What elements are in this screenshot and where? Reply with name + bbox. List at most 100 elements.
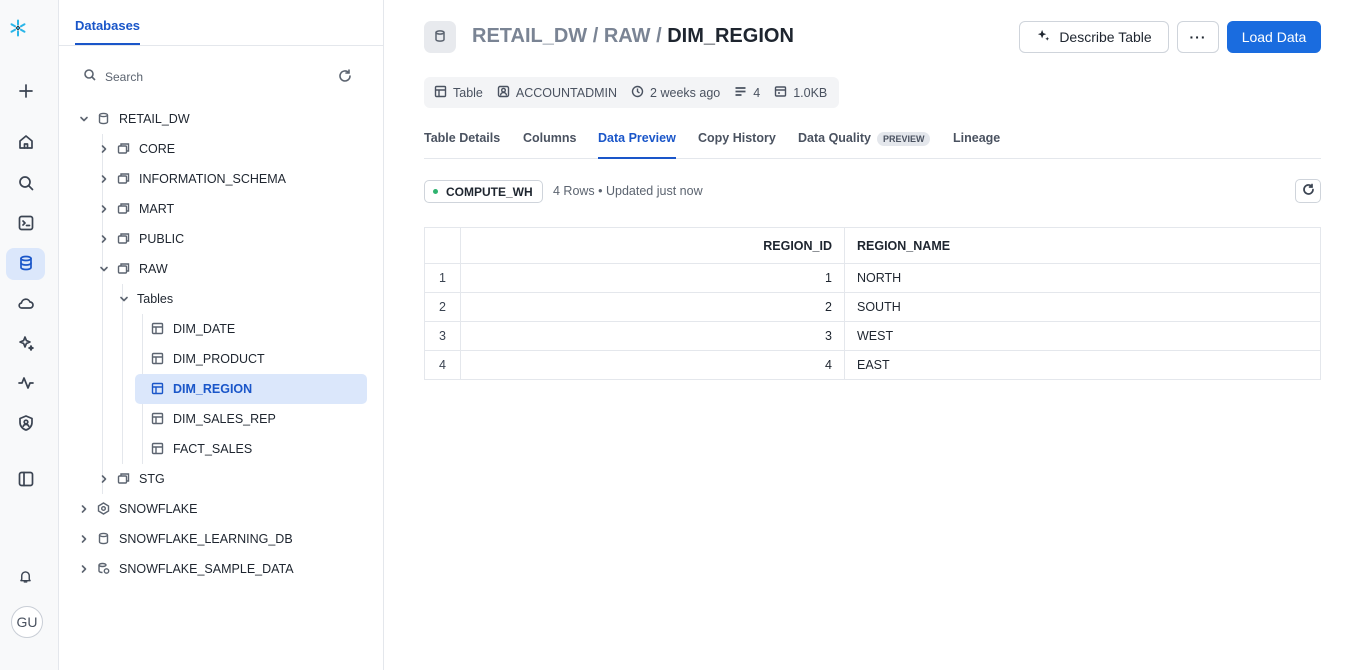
database-icon: [97, 532, 111, 546]
tree-table-dim-sales-rep[interactable]: DIM_SALES_REP: [59, 404, 367, 434]
data-products-button[interactable]: [6, 288, 45, 320]
tab-data-preview[interactable]: Data Preview: [598, 131, 676, 159]
table-icon: [151, 352, 165, 366]
chevron-right-icon[interactable]: [97, 204, 111, 214]
tree-db-snowflake-sample-data[interactable]: SNOWFLAKE_SAMPLE_DATA: [59, 554, 367, 584]
chevron-right-icon[interactable]: [77, 564, 91, 574]
meta-updated-label: 2 weeks ago: [650, 85, 721, 100]
tab-copy-history[interactable]: Copy History: [698, 131, 776, 157]
table-icon: [151, 322, 165, 336]
data-button[interactable]: [6, 248, 45, 280]
monitoring-button[interactable]: [6, 368, 45, 400]
sparkle-icon: [17, 334, 35, 355]
tab-databases[interactable]: Databases: [75, 18, 141, 45]
tab-table-details[interactable]: Table Details: [424, 131, 500, 157]
table-row[interactable]: 3 3 WEST: [424, 321, 1321, 351]
tree-table-dim-date[interactable]: DIM_DATE: [59, 314, 367, 344]
search-button[interactable]: [6, 168, 45, 200]
column-header-region-id[interactable]: REGION_ID: [460, 227, 845, 264]
chevron-right-icon[interactable]: [77, 504, 91, 514]
meta-owner: ACCOUNTADMIN: [497, 85, 617, 101]
notifications-button[interactable]: [6, 562, 45, 594]
tree-table-fact-sales[interactable]: FACT_SALES: [59, 434, 367, 464]
chevron-down-icon[interactable]: [97, 264, 111, 274]
cell-region-name[interactable]: SOUTH: [844, 292, 1321, 322]
refresh-explorer-button[interactable]: [337, 68, 355, 86]
tree-schema-core[interactable]: CORE: [59, 134, 367, 164]
main-content: RETAIL_DW / RAW / DIM_REGION Describe Ta…: [384, 0, 1351, 670]
meta-type: Table: [434, 85, 483, 101]
refresh-icon: [1302, 183, 1315, 199]
meta-size: 1.0KB: [774, 85, 827, 101]
cell-region-id[interactable]: 4: [460, 350, 845, 380]
table-row[interactable]: 1 1 NORTH: [424, 263, 1321, 293]
refresh-preview-button[interactable]: [1295, 179, 1321, 203]
cell-region-id[interactable]: 3: [460, 321, 845, 351]
describe-table-button[interactable]: Describe Table: [1019, 21, 1169, 53]
load-data-button[interactable]: Load Data: [1227, 21, 1321, 53]
panel-icon: [17, 470, 35, 491]
admin-button[interactable]: [6, 408, 45, 440]
cell-region-name[interactable]: EAST: [844, 350, 1321, 380]
chevron-down-icon[interactable]: [77, 114, 91, 124]
more-options-button[interactable]: ···: [1177, 21, 1219, 53]
tree-label: SNOWFLAKE_SAMPLE_DATA: [119, 562, 294, 576]
create-button[interactable]: [6, 76, 45, 108]
tree-schema-public[interactable]: PUBLIC: [59, 224, 367, 254]
tree-db-snowflake-learning-db[interactable]: SNOWFLAKE_LEARNING_DB: [59, 524, 367, 554]
tab-data-quality[interactable]: Data Quality PREVIEW: [798, 131, 931, 158]
tree-schema-raw[interactable]: RAW: [59, 254, 367, 284]
cell-region-name[interactable]: NORTH: [844, 263, 1321, 293]
tree-label: PUBLIC: [139, 232, 185, 246]
search-placeholder: Search: [105, 69, 144, 84]
tree-table-dim-region[interactable]: DIM_REGION: [135, 374, 367, 404]
tree-schema-mart[interactable]: MART: [59, 194, 367, 224]
home-button[interactable]: [6, 127, 45, 159]
schema-icon: [117, 202, 131, 216]
column-header-region-name[interactable]: REGION_NAME: [844, 227, 1321, 264]
warehouse-label: COMPUTE_WH: [446, 184, 533, 199]
meta-columns-count: 4: [753, 85, 761, 100]
search-icon: [83, 68, 97, 85]
tree-db-retail-dw[interactable]: RETAIL_DW: [59, 104, 367, 134]
warehouse-selector[interactable]: COMPUTE_WH: [424, 180, 543, 203]
database-explorer: Databases Search RETAIL_DW CORE INFORMAT…: [59, 0, 384, 670]
schema-icon: [117, 172, 131, 186]
chevron-right-icon[interactable]: [77, 534, 91, 544]
explorer-search[interactable]: Search: [83, 68, 143, 85]
user-avatar[interactable]: GU: [11, 606, 43, 638]
breadcrumb-database[interactable]: RETAIL_DW: [472, 25, 587, 47]
chevron-right-icon[interactable]: [97, 144, 111, 154]
table-icon: [434, 85, 447, 101]
row-index: 4: [424, 350, 461, 380]
chevron-right-icon[interactable]: [97, 234, 111, 244]
tree-db-snowflake[interactable]: SNOWFLAKE: [59, 494, 367, 524]
worksheets-button[interactable]: [6, 208, 45, 240]
ai-ml-button[interactable]: [6, 328, 45, 360]
table-row[interactable]: 4 4 EAST: [424, 350, 1321, 380]
tree-table-dim-product[interactable]: DIM_PRODUCT: [59, 344, 367, 374]
tree-label: RAW: [139, 262, 168, 276]
snowflake-logo-icon[interactable]: [9, 19, 45, 55]
cell-region-id[interactable]: 2: [460, 292, 845, 322]
tree-schema-stg[interactable]: STG: [59, 464, 367, 494]
schema-icon: [117, 472, 131, 486]
chevron-right-icon[interactable]: [97, 174, 111, 184]
cell-region-id[interactable]: 1: [460, 263, 845, 293]
database-icon: [17, 254, 35, 275]
table-row[interactable]: 2 2 SOUTH: [424, 292, 1321, 322]
tab-lineage[interactable]: Lineage: [953, 131, 1000, 157]
tree-schema-information-schema[interactable]: INFORMATION_SCHEMA: [59, 164, 367, 194]
breadcrumb-schema[interactable]: RAW: [604, 25, 651, 47]
chevron-down-icon[interactable]: [117, 294, 131, 304]
tab-columns[interactable]: Columns: [523, 131, 576, 157]
table-tabs: Table Details Columns Data Preview Copy …: [424, 124, 1321, 159]
tree-folder-tables[interactable]: Tables: [59, 284, 367, 314]
table-type-badge: [424, 21, 456, 53]
tree-label: SNOWFLAKE: [119, 502, 198, 516]
load-data-label: Load Data: [1241, 29, 1307, 45]
chevron-right-icon[interactable]: [97, 474, 111, 484]
cell-region-name[interactable]: WEST: [844, 321, 1321, 351]
toggle-panel-button[interactable]: [6, 464, 45, 496]
table-icon: [151, 442, 165, 456]
